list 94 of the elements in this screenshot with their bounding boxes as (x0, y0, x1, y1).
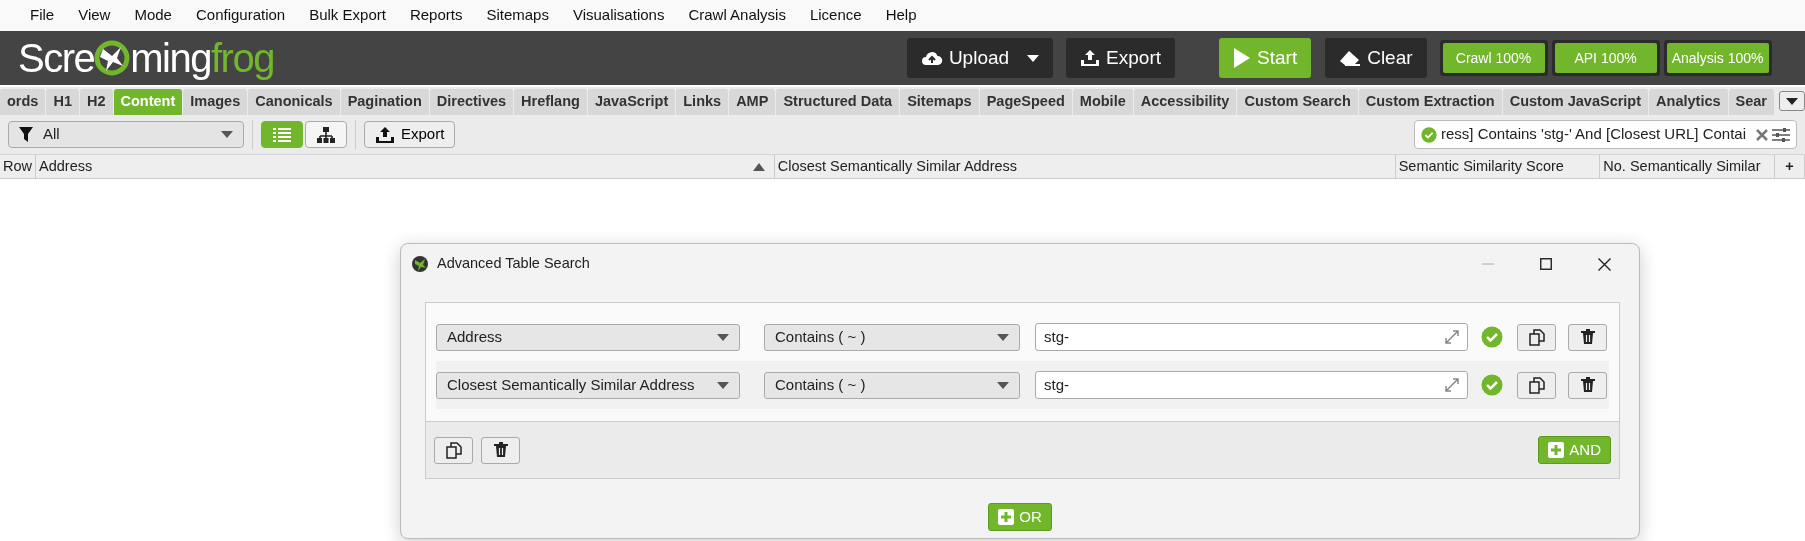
menu-item[interactable]: Licence (797, 4, 874, 27)
hierarchy-icon (317, 126, 335, 143)
menu-item[interactable]: Help (873, 4, 929, 27)
tab[interactable]: H1 (46, 89, 79, 115)
column-header[interactable]: Closest Semantically Similar Address (777, 155, 1392, 178)
search-field[interactable]: ress] Contains 'stg-' And [Closest URL] Contai (1414, 120, 1797, 149)
expand-icon[interactable] (1445, 330, 1459, 344)
filter-dropdown[interactable]: All (8, 121, 244, 148)
tab[interactable]: Accessibility (1133, 89, 1237, 115)
tab[interactable]: Sitemaps (900, 89, 979, 115)
tab-menu-button[interactable] (1779, 91, 1805, 111)
column-header[interactable]: No. Semantically Similar (1603, 155, 1772, 178)
caret-icon (997, 381, 1009, 389)
maximize-icon[interactable] (1540, 258, 1552, 270)
progress-label: API 100% (1573, 48, 1638, 68)
menu-item[interactable]: Crawl Analysis (676, 4, 798, 27)
column-header[interactable]: Address (39, 155, 753, 178)
progress-label: Crawl 100% (1454, 48, 1533, 68)
menu-item[interactable]: Sitemaps (474, 4, 561, 27)
clear-icon[interactable] (1756, 128, 1768, 141)
export-button[interactable]: Export (364, 121, 456, 148)
caret-icon (717, 333, 729, 341)
caret-icon (997, 333, 1009, 341)
eraser-icon (1339, 49, 1362, 67)
clear-button[interactable]: Clear (1325, 38, 1427, 78)
caret-icon (717, 381, 729, 389)
window-title: Advanced Table Search (437, 254, 591, 274)
tab[interactable]: Hreflang (514, 89, 587, 115)
close-icon[interactable] (1597, 257, 1611, 271)
tab[interactable]: JavaScript (587, 89, 676, 115)
play-icon (1233, 47, 1252, 69)
export-icon (375, 125, 395, 144)
copy-icon (445, 441, 462, 459)
progress-label: Analysis 100% (1670, 48, 1765, 68)
operator-dropdown[interactable]: Contains ( ~ ) (764, 323, 1020, 351)
tab[interactable]: Pagination (340, 89, 429, 115)
frog-icon (94, 39, 131, 77)
trash-icon (1580, 329, 1595, 345)
tab[interactable]: Mobile (1072, 89, 1133, 115)
copy-icon (1528, 376, 1545, 394)
caret-icon (1786, 97, 1798, 105)
tab[interactable]: Sear (1728, 89, 1774, 115)
copy-button[interactable] (1517, 323, 1556, 351)
menu-item[interactable]: File (18, 4, 67, 27)
plus-icon (1548, 442, 1565, 458)
cloud-upload-icon (920, 50, 943, 66)
tab[interactable]: Images (183, 89, 248, 115)
menu-item[interactable]: Reports (397, 4, 475, 27)
copy-button[interactable] (434, 436, 473, 464)
menu-item[interactable]: Mode (122, 4, 184, 27)
tab[interactable]: PageSpeed (979, 89, 1072, 115)
caret-icon (1027, 54, 1040, 62)
trash-icon (493, 442, 508, 458)
expand-icon[interactable] (1445, 378, 1459, 392)
delete-button[interactable] (481, 436, 520, 464)
caret-icon (221, 131, 233, 138)
column-header[interactable]: Semantic Similarity Score (1398, 155, 1597, 178)
menu-item[interactable]: Visualisations (560, 4, 677, 27)
copy-button[interactable] (1517, 371, 1556, 399)
field-dropdown[interactable]: Closest Semantically Similar Address (436, 371, 740, 399)
column-header[interactable]: Row (3, 155, 32, 178)
frog-icon (411, 255, 429, 273)
list-icon (273, 127, 291, 142)
sliders-icon[interactable] (1772, 126, 1790, 143)
filter-icon (19, 127, 33, 142)
value-field[interactable]: stg- (1035, 371, 1468, 399)
tab[interactable]: ords (0, 89, 46, 115)
logo: Scre mingfrog (18, 38, 274, 78)
copy-icon (1528, 328, 1545, 346)
tree-view-button[interactable] (305, 121, 347, 148)
upload-button[interactable]: Upload (906, 38, 1054, 78)
tab[interactable]: Analytics (1649, 89, 1728, 115)
tab[interactable]: Directives (429, 89, 514, 115)
tab[interactable]: AMP (729, 89, 776, 115)
tab[interactable]: Canonicals (248, 89, 340, 115)
delete-button[interactable] (1568, 323, 1607, 351)
operator-dropdown[interactable]: Contains ( ~ ) (764, 371, 1020, 399)
tab[interactable]: Structured Data (776, 89, 900, 115)
export-icon (1080, 49, 1101, 67)
menu-item[interactable]: Bulk Export (297, 4, 398, 27)
add-column-button[interactable]: + (1775, 155, 1805, 178)
export-button[interactable]: Export (1066, 38, 1176, 78)
menu-item[interactable]: View (66, 4, 123, 27)
tab[interactable]: Links (676, 89, 729, 115)
tab[interactable]: H2 (79, 89, 113, 115)
trash-icon (1580, 377, 1595, 393)
value-field[interactable]: stg- (1035, 323, 1468, 351)
tab[interactable]: Custom Extraction (1358, 89, 1502, 115)
plus-icon (998, 509, 1015, 525)
field-dropdown[interactable]: Address (436, 323, 740, 351)
menu-item[interactable]: Configuration (183, 4, 298, 27)
tab[interactable]: Custom Search (1237, 89, 1358, 115)
tab[interactable]: Custom JavaScript (1502, 89, 1649, 115)
delete-button[interactable] (1568, 371, 1607, 399)
